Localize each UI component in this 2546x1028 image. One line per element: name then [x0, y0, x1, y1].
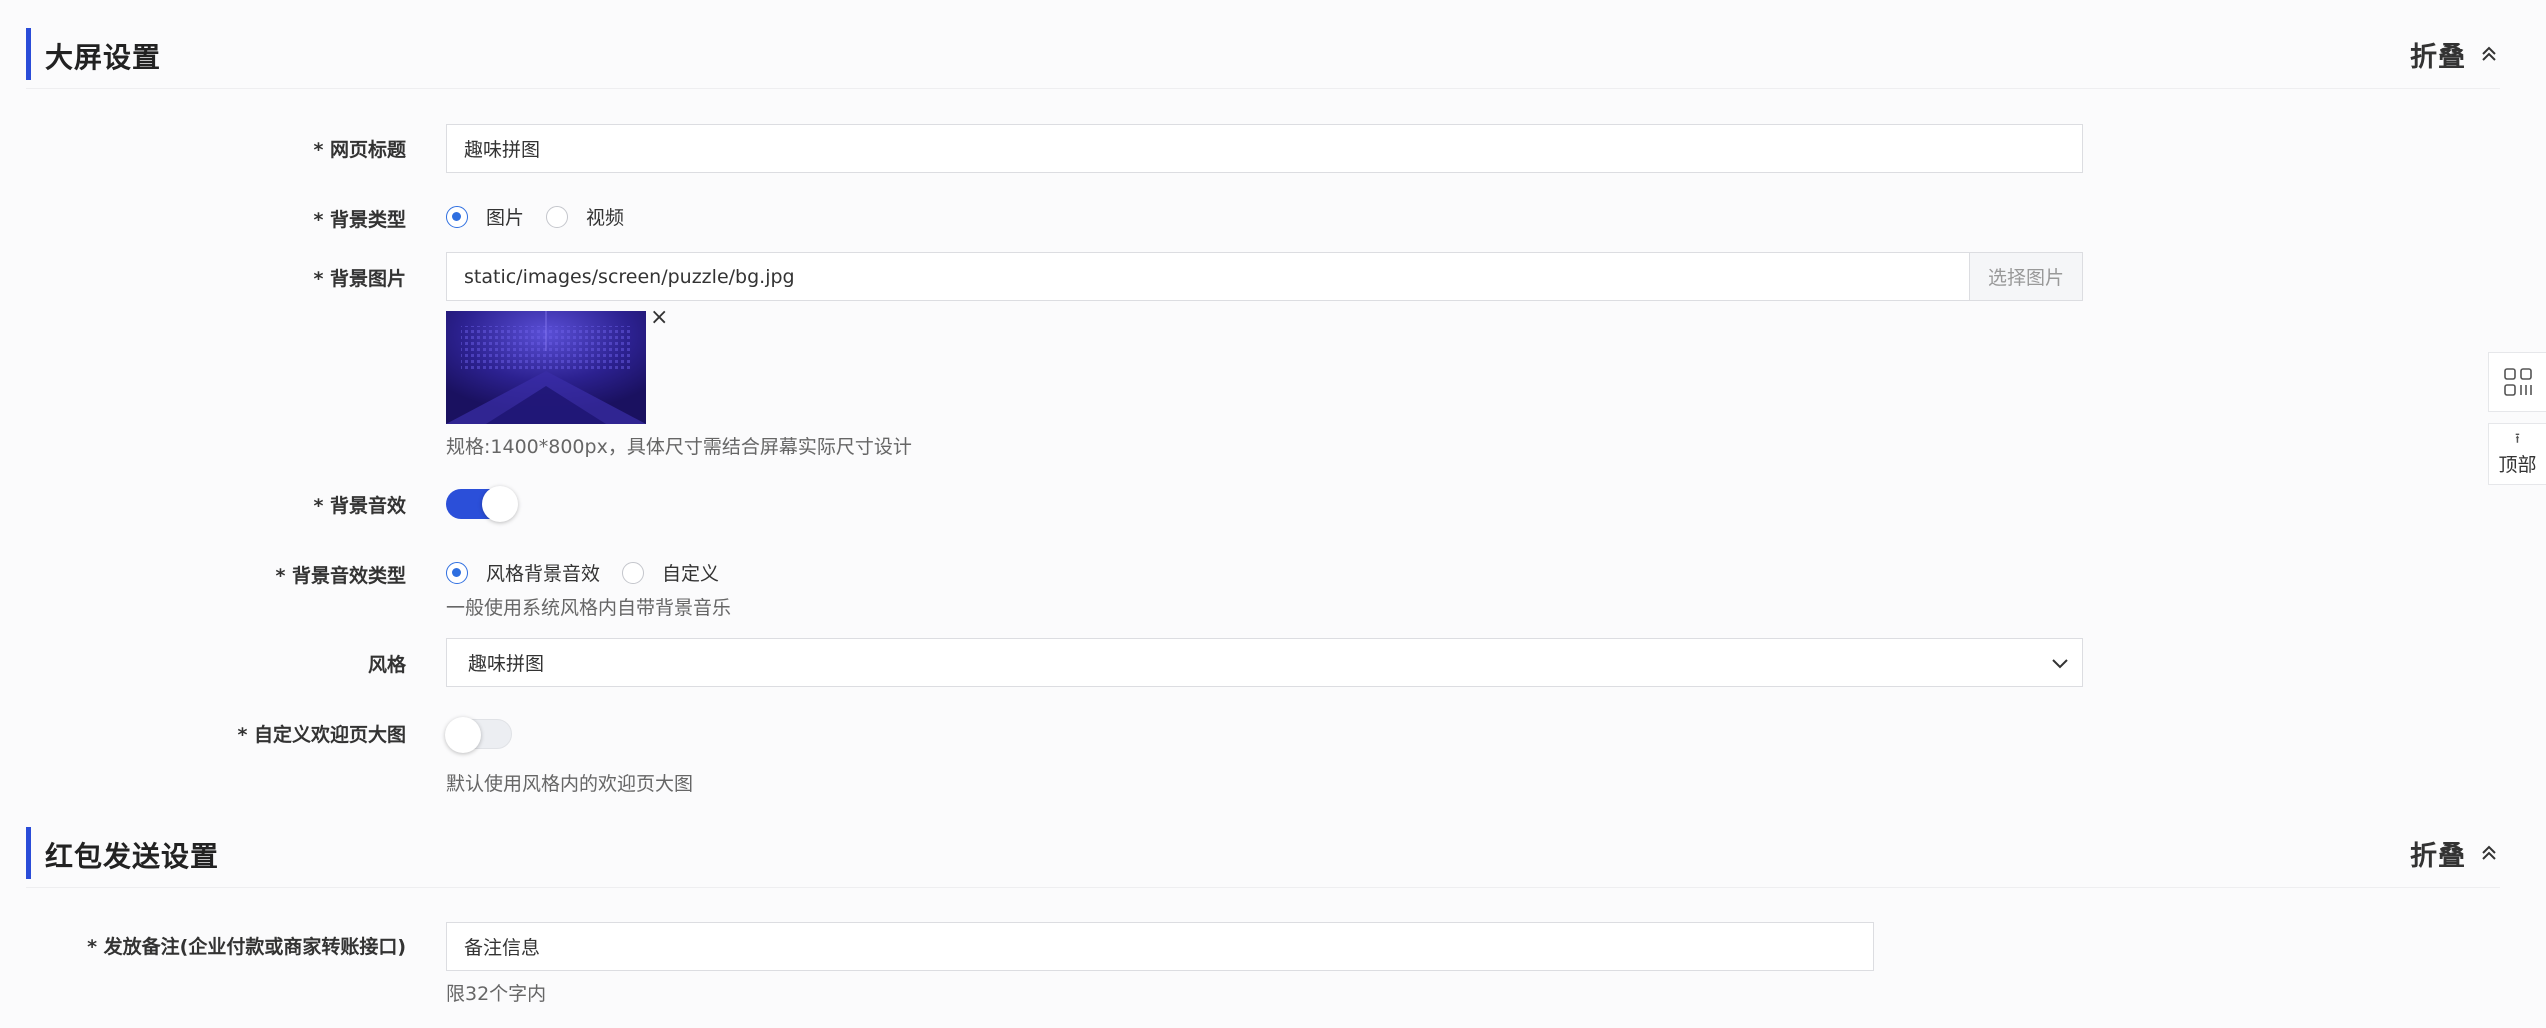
section-header-redpacket-settings: 红包发送设置 折叠: [26, 827, 2500, 888]
bg-sound-toggle[interactable]: [446, 486, 518, 522]
bg-image-preview: [446, 311, 646, 424]
page-title-label: * 网页标题: [313, 139, 406, 161]
remark-label: * 发放备注(企业付款或商家转账接口): [87, 936, 406, 958]
style-select-value: 趣味拼图: [468, 653, 545, 675]
chevron-double-up-icon: [2482, 845, 2496, 860]
collapse-button[interactable]: 折叠: [2410, 833, 2500, 873]
section-accent-bar: [26, 827, 31, 879]
section-accent-bar: [26, 28, 31, 80]
custom-welcome-toggle[interactable]: [445, 717, 512, 753]
toggle-knob: [445, 717, 481, 753]
bg-type-option-label: 视频: [586, 207, 625, 229]
back-to-top-button[interactable]: ⭱ 顶部: [2488, 423, 2546, 485]
bg-image-label: * 背景图片: [313, 268, 406, 290]
bg-type-label: * 背景类型: [313, 209, 406, 231]
bg-type-radio-group: 图片 视频: [446, 203, 646, 230]
collapse-label: 折叠: [2410, 840, 2466, 872]
arrow-up-to-top-icon: ⭱: [2515, 430, 2520, 447]
bg-sound-type-radio-style[interactable]: [446, 561, 468, 584]
style-label: 风格: [367, 654, 406, 676]
section-title: 大屏设置: [45, 41, 162, 74]
choose-image-button[interactable]: 选择图片: [1969, 252, 2083, 301]
toggle-knob: [482, 486, 518, 522]
section-title: 红包发送设置: [45, 840, 220, 873]
style-select[interactable]: 趣味拼图: [446, 638, 2083, 687]
bg-sound-type-hint: 一般使用系统风格内自带背景音乐: [446, 597, 732, 619]
collapse-button[interactable]: 折叠: [2410, 34, 2500, 74]
bg-sound-type-option-label: 风格背景音效: [486, 563, 601, 585]
remove-image-icon[interactable]: ×: [650, 305, 668, 330]
custom-welcome-hint: 默认使用风格内的欢迎页大图: [446, 773, 694, 795]
bg-sound-label: * 背景音效: [313, 495, 406, 517]
bg-type-option-label: 图片: [486, 207, 525, 229]
page-title-input[interactable]: 趣味拼图: [446, 124, 2083, 173]
qr-code-icon: [2503, 368, 2532, 396]
bg-image-hint: 规格:1400*800px，具体尺寸需结合屏幕实际尺寸设计: [446, 436, 912, 458]
bg-image-path-input[interactable]: static/images/screen/puzzle/bg.jpg: [446, 252, 1970, 301]
bg-sound-type-radio-group: 风格背景音效 自定义: [446, 559, 741, 586]
remark-input[interactable]: 备注信息: [446, 922, 1874, 971]
qr-code-tool[interactable]: [2488, 352, 2546, 412]
custom-welcome-label: * 自定义欢迎页大图: [237, 724, 406, 746]
bg-type-radio-video[interactable]: [546, 205, 569, 228]
section-header-screen-settings: 大屏设置 折叠: [26, 28, 2500, 89]
chevron-double-up-icon: [2482, 46, 2496, 61]
bg-sound-type-label: * 背景音效类型: [275, 565, 406, 587]
chevron-down-icon: [2052, 659, 2068, 669]
bg-sound-type-option-label: 自定义: [662, 563, 720, 585]
bg-sound-type-radio-custom[interactable]: [622, 561, 645, 584]
bg-image-thumbnail: [446, 311, 646, 424]
bg-type-radio-image[interactable]: [446, 205, 468, 228]
remark-hint: 限32个字内: [446, 983, 547, 1005]
back-to-top-label: 顶部: [2498, 453, 2537, 476]
collapse-label: 折叠: [2410, 41, 2466, 73]
